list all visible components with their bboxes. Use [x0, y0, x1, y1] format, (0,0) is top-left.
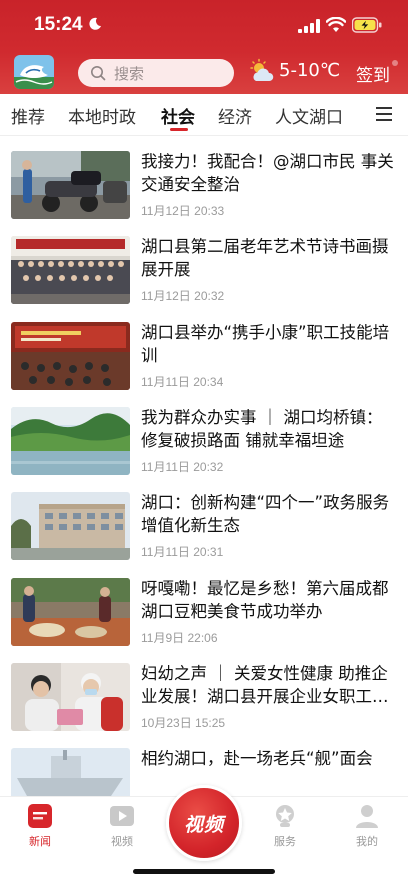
moon-icon: [89, 17, 101, 30]
profile-icon: [356, 805, 378, 828]
signin-badge-dot: [392, 60, 398, 66]
news-thumbnail: [11, 236, 130, 304]
weather-temperature: 5-10℃: [279, 60, 341, 81]
warship-image: [11, 748, 130, 796]
government-building-image: [11, 492, 130, 560]
nav-profile-label: 我的: [356, 835, 378, 848]
search-box[interactable]: 搜索: [78, 59, 234, 87]
group-photo-image: [11, 236, 130, 304]
nav-video-label: 视频: [111, 835, 133, 848]
lakeside-road-image: [11, 407, 130, 475]
news-item[interactable]: 我为群众办实事 ｜ 湖口均桥镇：修复破损路面 铺就幸福坦途 11月11日 20:…: [0, 407, 408, 492]
news-item[interactable]: 湖口县举办“携手小康”职工技能培训 11月11日 20:34: [0, 322, 408, 407]
news-time: 11月12日 20:33: [141, 204, 225, 218]
search-icon: [91, 66, 106, 81]
home-indicator: [133, 869, 275, 874]
news-title: 我为群众办实事 ｜ 湖口均桥镇：修复破损路面 铺就幸福坦途: [141, 408, 383, 450]
news-thumbnail: [11, 492, 130, 560]
news-time: 11月12日 20:32: [141, 289, 225, 303]
nav-video[interactable]: 视频: [92, 803, 152, 849]
news-item[interactable]: 呀嘎嘞！最忆是乡愁！第六届成都湖口豆粑美食节成功举办 11月9日 22:06: [0, 578, 408, 663]
news-title: 湖口：创新构建“四个一”政务服务增值化新生态: [141, 493, 390, 535]
news-thumbnail: [11, 151, 130, 219]
partly-cloudy-icon: [250, 58, 274, 81]
news-title: 湖口县举办“携手小康”职工技能培训: [141, 323, 390, 365]
news-item[interactable]: 妇幼之声 ｜ 关爱女性健康 助推企业发展！湖口县开展企业女职工健康讲座 10月2…: [0, 663, 408, 748]
tab-humanities[interactable]: 人文湖口: [275, 103, 343, 128]
tab-economy[interactable]: 经济: [218, 103, 252, 128]
tab-society[interactable]: 社会: [161, 103, 195, 128]
category-tabs: 推荐 本地时政 社会 经济 人文湖口: [0, 94, 408, 136]
news-time: 11月11日 20:34: [141, 375, 224, 389]
tab-recommend[interactable]: 推荐: [11, 103, 45, 128]
news-thumbnail: [11, 322, 130, 390]
service-icon: [276, 805, 294, 827]
app-logo[interactable]: [14, 55, 54, 89]
nav-service[interactable]: 服务: [255, 803, 315, 849]
status-time: 15:24: [34, 14, 83, 35]
news-icon: [28, 804, 52, 828]
news-thumbnail: [11, 407, 130, 475]
training-hall-image: [11, 322, 130, 390]
news-time: 11月11日 20:32: [141, 460, 224, 474]
tab-local-politics[interactable]: 本地时政: [68, 103, 136, 128]
news-title: 我接力！我配合！@湖口市民 事关交通安全整治: [141, 152, 394, 194]
app-header: 15:24 搜索 5-10℃ 签到: [0, 0, 408, 94]
status-bar: 15:24: [0, 0, 408, 50]
food-festival-image: [11, 578, 130, 646]
signin-button[interactable]: 签到: [356, 61, 390, 86]
news-thumbnail: [11, 578, 130, 646]
news-item[interactable]: 湖口：创新构建“四个一”政务服务增值化新生态 11月11日 20:31: [0, 492, 408, 577]
news-item[interactable]: 湖口县第二届老年艺术节诗书画摄展开展 11月12日 20:32: [0, 236, 408, 321]
video-center-button[interactable]: 视频: [166, 785, 242, 861]
news-time: 10月23日 15:25: [141, 716, 226, 730]
news-title: 湖口县第二届老年艺术节诗书画摄展开展: [141, 237, 389, 279]
health-lecture-image: [11, 663, 130, 731]
wifi-icon: [326, 17, 346, 32]
news-title: 呀嘎嘞！最忆是乡愁！第六届成都湖口豆粑美食节成功举办: [141, 579, 389, 621]
news-thumbnail: [11, 663, 130, 731]
battery-icon: [352, 17, 382, 33]
video-icon: [110, 806, 134, 826]
traffic-photo-image: [11, 151, 130, 219]
news-time: 11月11日 20:31: [141, 545, 224, 559]
active-tab-indicator: [170, 128, 188, 131]
nav-news[interactable]: 新闻: [10, 803, 70, 849]
news-item[interactable]: 我接力！我配合！@湖口市民 事关交通安全整治 11月12日 20:33: [0, 151, 408, 236]
video-center-label: 视频: [183, 813, 224, 836]
nav-news-label: 新闻: [29, 835, 51, 848]
news-list: 我接力！我配合！@湖口市民 事关交通安全整治 11月12日 20:33 湖口县第…: [0, 136, 408, 796]
menu-icon[interactable]: [376, 107, 392, 121]
nav-profile[interactable]: 我的: [337, 803, 397, 849]
nav-service-label: 服务: [274, 835, 296, 848]
news-thumbnail: [11, 748, 130, 796]
cellular-signal-icon: [298, 19, 320, 33]
news-title: 妇幼之声 ｜ 关爱女性健康 助推企业发展！湖口县开展企业女职工健康讲座: [141, 664, 389, 706]
logo-mark-icon: [14, 55, 54, 89]
news-time: 11月9日 22:06: [141, 631, 218, 645]
news-title: 相约湖口，赴一场老兵“舰”面会: [141, 749, 373, 768]
search-placeholder: 搜索: [114, 64, 145, 83]
